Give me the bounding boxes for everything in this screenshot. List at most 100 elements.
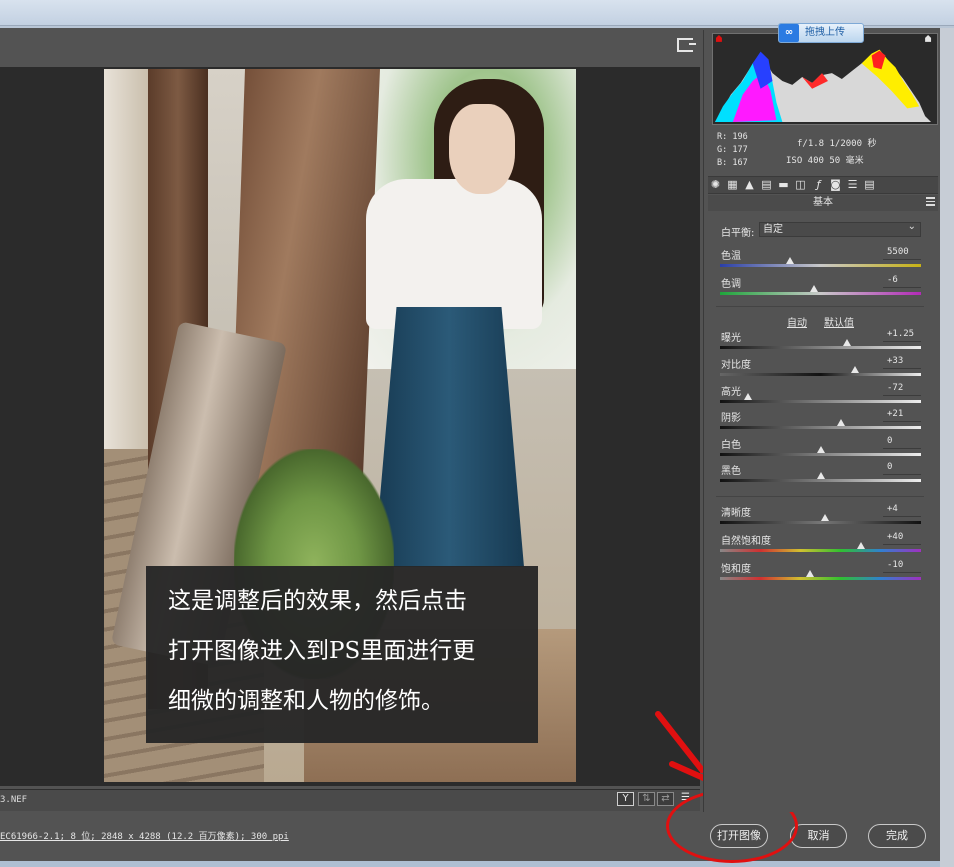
panel-tabs: ✺ ▦ ▲ ▤ ▬ ◫ ƒ ◙ ☰ ▤ — [708, 176, 938, 194]
slider-track-contrast[interactable] — [720, 373, 921, 376]
slider-label-temperature: 色温 — [721, 251, 741, 262]
fullscreen-toggle-icon[interactable] — [677, 38, 696, 52]
slider-value-field-exposure[interactable]: +1.25 — [883, 329, 921, 342]
slider-label-exposure: 曝光 — [721, 333, 741, 344]
slider-label-tint: 色调 — [721, 279, 741, 290]
caption-line-2: 打开图像进入到PS里面进行更 — [168, 638, 476, 664]
slider-label-vibrance: 自然饱和度 — [721, 536, 771, 547]
tutorial-caption: 这是调整后的效果，然后点击 打开图像进入到PS里面进行更 细微的调整和人物的修饰… — [146, 566, 538, 743]
histogram — [712, 33, 938, 125]
slider-value-contrast: +33 — [887, 356, 904, 366]
photo-subject-face — [449, 104, 515, 194]
slider-value-field-clarity[interactable]: +4 — [883, 504, 921, 517]
white-balance-select[interactable]: 自定 — [759, 220, 921, 237]
slider-value-clarity: +4 — [887, 504, 898, 514]
cancel-button[interactable]: 取消 — [790, 824, 847, 848]
slider-thumb-tint[interactable] — [810, 285, 819, 292]
swap-settings-icon[interactable]: ⇅ — [638, 792, 655, 806]
panel-title: 基本 — [708, 195, 938, 211]
camera-icon[interactable]: ◙ — [828, 178, 843, 192]
upload-badge-label: 拖拽上传 — [805, 27, 845, 38]
split-tone-icon[interactable]: ▬ — [776, 178, 791, 192]
slider-thumb-shadows[interactable] — [836, 419, 845, 426]
slider-label-highlights: 高光 — [721, 387, 741, 398]
slider-thumb-clarity[interactable] — [820, 514, 829, 521]
slider-value-saturation: -10 — [887, 560, 904, 570]
photo-subject-shirt — [366, 179, 542, 329]
presets-icon[interactable]: ▤ — [862, 178, 877, 192]
window-scrollbar[interactable] — [940, 28, 954, 867]
slider-value-blacks: 0 — [887, 462, 893, 472]
slider-track-exposure[interactable] — [720, 346, 921, 349]
slider-label-clarity: 清晰度 — [721, 508, 751, 519]
readout-g: G: 177 — [717, 145, 748, 155]
slider-value-exposure: +1.25 — [887, 329, 915, 339]
slider-thumb-whites[interactable] — [816, 446, 825, 453]
filmstrip-bar — [0, 789, 700, 811]
slider-track-tint[interactable] — [720, 292, 921, 295]
slider-label-contrast: 对比度 — [721, 360, 751, 371]
hsl-icon[interactable]: ▤ — [759, 178, 774, 192]
auto-link[interactable]: 自动 — [787, 314, 807, 329]
slider-value-field-highlights[interactable]: -72 — [883, 383, 921, 396]
tone-curve-icon[interactable]: ▦ — [725, 178, 740, 192]
preview-toolbar — [0, 30, 703, 66]
slider-track-blacks[interactable] — [720, 479, 921, 482]
panel-menu-icon[interactable] — [926, 197, 935, 206]
slider-value-field-vibrance[interactable]: +40 — [883, 532, 921, 545]
cloud-link-icon: ∞ — [779, 24, 799, 42]
slider-value-field-tint[interactable]: -6 — [883, 275, 921, 288]
slider-track-temperature[interactable] — [720, 264, 921, 267]
divider-2 — [716, 496, 924, 497]
photo-subject-skirt — [374, 307, 524, 567]
slider-value-field-shadows[interactable]: +21 — [883, 409, 921, 422]
copy-settings-icon[interactable]: ⇄ — [657, 792, 674, 806]
drag-upload-badge[interactable]: ∞ 拖拽上传 — [778, 23, 864, 43]
readout-b: B: 167 — [717, 158, 748, 168]
default-link[interactable]: 默认值 — [824, 314, 854, 329]
slider-track-clarity[interactable] — [720, 521, 921, 524]
slider-thumb-temperature[interactable] — [786, 257, 795, 264]
slider-thumb-contrast[interactable] — [850, 366, 859, 373]
slider-thumb-highlights[interactable] — [744, 393, 753, 400]
slider-value-temperature: 5500 — [887, 247, 909, 257]
slider-track-shadows[interactable] — [720, 426, 921, 429]
slider-label-blacks: 黑色 — [721, 466, 741, 477]
slider-thumb-exposure[interactable] — [842, 339, 851, 346]
slider-value-field-whites[interactable]: 0 — [883, 436, 921, 449]
slider-value-field-temperature[interactable]: 5500 — [883, 247, 921, 260]
slider-value-field-blacks[interactable]: 0 — [883, 462, 921, 475]
slider-track-vibrance[interactable] — [720, 549, 921, 552]
slider-thumb-blacks[interactable] — [816, 472, 825, 479]
white-balance-label: 白平衡: — [721, 228, 755, 239]
readout-r: R: 196 — [717, 132, 748, 142]
sliders-icon[interactable]: ☰ — [845, 178, 860, 192]
slider-track-whites[interactable] — [720, 453, 921, 456]
rgb-readout: R: 196 G: 177 B: 167 — [717, 131, 748, 170]
slider-value-field-saturation[interactable]: -10 — [883, 560, 921, 573]
slider-label-shadows: 阴影 — [721, 413, 741, 424]
filename-label: 3.NEF — [0, 795, 28, 805]
workflow-options-link[interactable]: EC61966-2.1; 8 位; 2848 x 4288 (12.2 百万像素… — [0, 829, 289, 842]
slider-thumb-saturation[interactable] — [806, 570, 815, 577]
before-after-y-button[interactable]: Y — [617, 792, 634, 806]
slider-value-shadows: +21 — [887, 409, 904, 419]
slider-value-tint: -6 — [887, 275, 898, 285]
mountains-icon[interactable]: ▲ — [742, 178, 757, 192]
done-button[interactable]: 完成 — [868, 824, 926, 848]
slider-track-highlights[interactable] — [720, 400, 921, 403]
slider-track-saturation[interactable] — [720, 577, 921, 580]
slider-label-whites: 白色 — [721, 440, 741, 451]
iso-meta: ISO 400 50 毫米 — [786, 156, 864, 166]
fx-icon[interactable]: ƒ — [811, 178, 826, 192]
slider-value-highlights: -72 — [887, 383, 904, 393]
caption-line-1: 这是调整后的效果，然后点击 — [168, 588, 467, 614]
lens-icon[interactable]: ◫ — [793, 178, 808, 192]
slider-thumb-vibrance[interactable] — [856, 542, 865, 549]
slider-value-vibrance: +40 — [887, 532, 904, 542]
slider-value-whites: 0 — [887, 436, 893, 446]
caption-line-3: 细微的调整和人物的修饰。 — [168, 688, 444, 714]
slider-value-field-contrast[interactable]: +33 — [883, 356, 921, 369]
aperture-icon[interactable]: ✺ — [708, 178, 723, 192]
slider-label-saturation: 饱和度 — [721, 564, 751, 575]
